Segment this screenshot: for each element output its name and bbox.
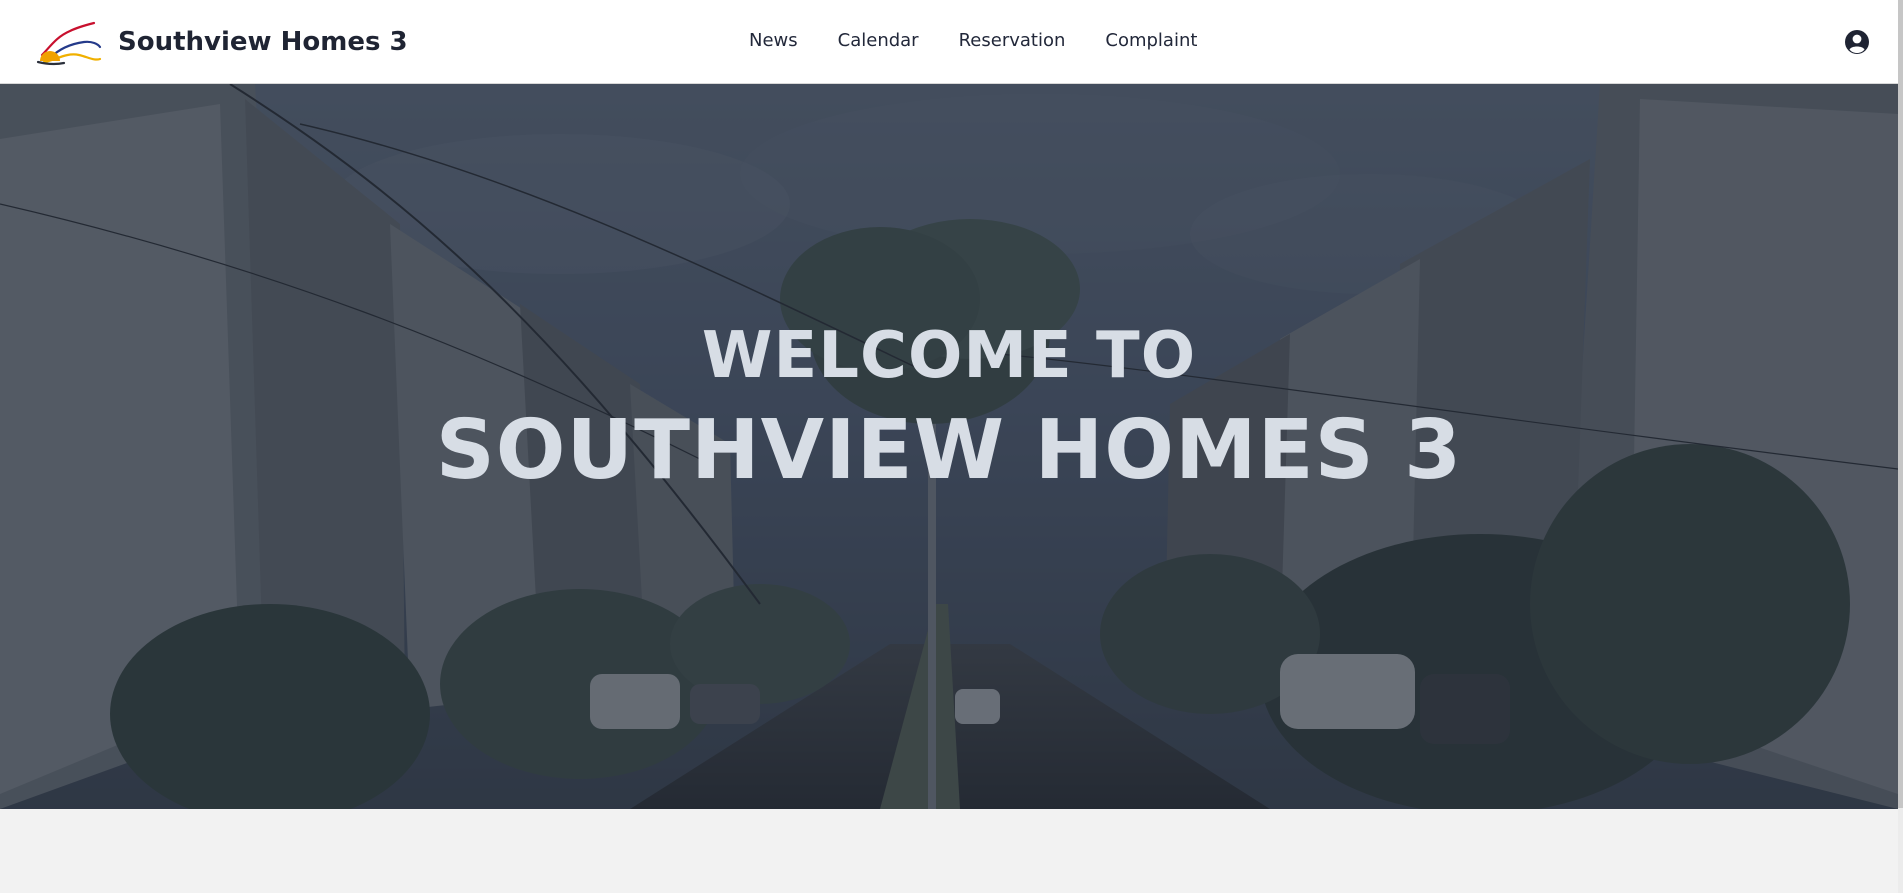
nav-reservation[interactable]: Reservation <box>959 30 1066 51</box>
main-nav: News Calendar Reservation Complaint <box>749 30 1197 51</box>
scrollbar-thumb[interactable] <box>1898 0 1903 808</box>
page-scrollbar[interactable] <box>1898 0 1903 893</box>
hero-community-name: SOUTHVIEW HOMES 3 <box>435 403 1463 498</box>
hero-heading: WELCOME TO SOUTHVIEW HOMES 3 <box>0 324 1898 492</box>
hero-banner: WELCOME TO SOUTHVIEW HOMES 3 <box>0 84 1898 809</box>
hero-welcome-text: WELCOME TO <box>701 319 1197 393</box>
top-navbar: Southview Homes 3 News Calendar Reservat… <box>0 0 1898 84</box>
logo-icon[interactable] <box>34 17 102 67</box>
nav-calendar[interactable]: Calendar <box>838 30 919 51</box>
content-area <box>0 809 1898 893</box>
user-circle-icon[interactable] <box>1844 29 1870 55</box>
brand[interactable]: Southview Homes 3 <box>34 18 408 66</box>
nav-complaint[interactable]: Complaint <box>1105 30 1197 51</box>
nav-news[interactable]: News <box>749 30 798 51</box>
site-title[interactable]: Southview Homes 3 <box>118 27 408 57</box>
